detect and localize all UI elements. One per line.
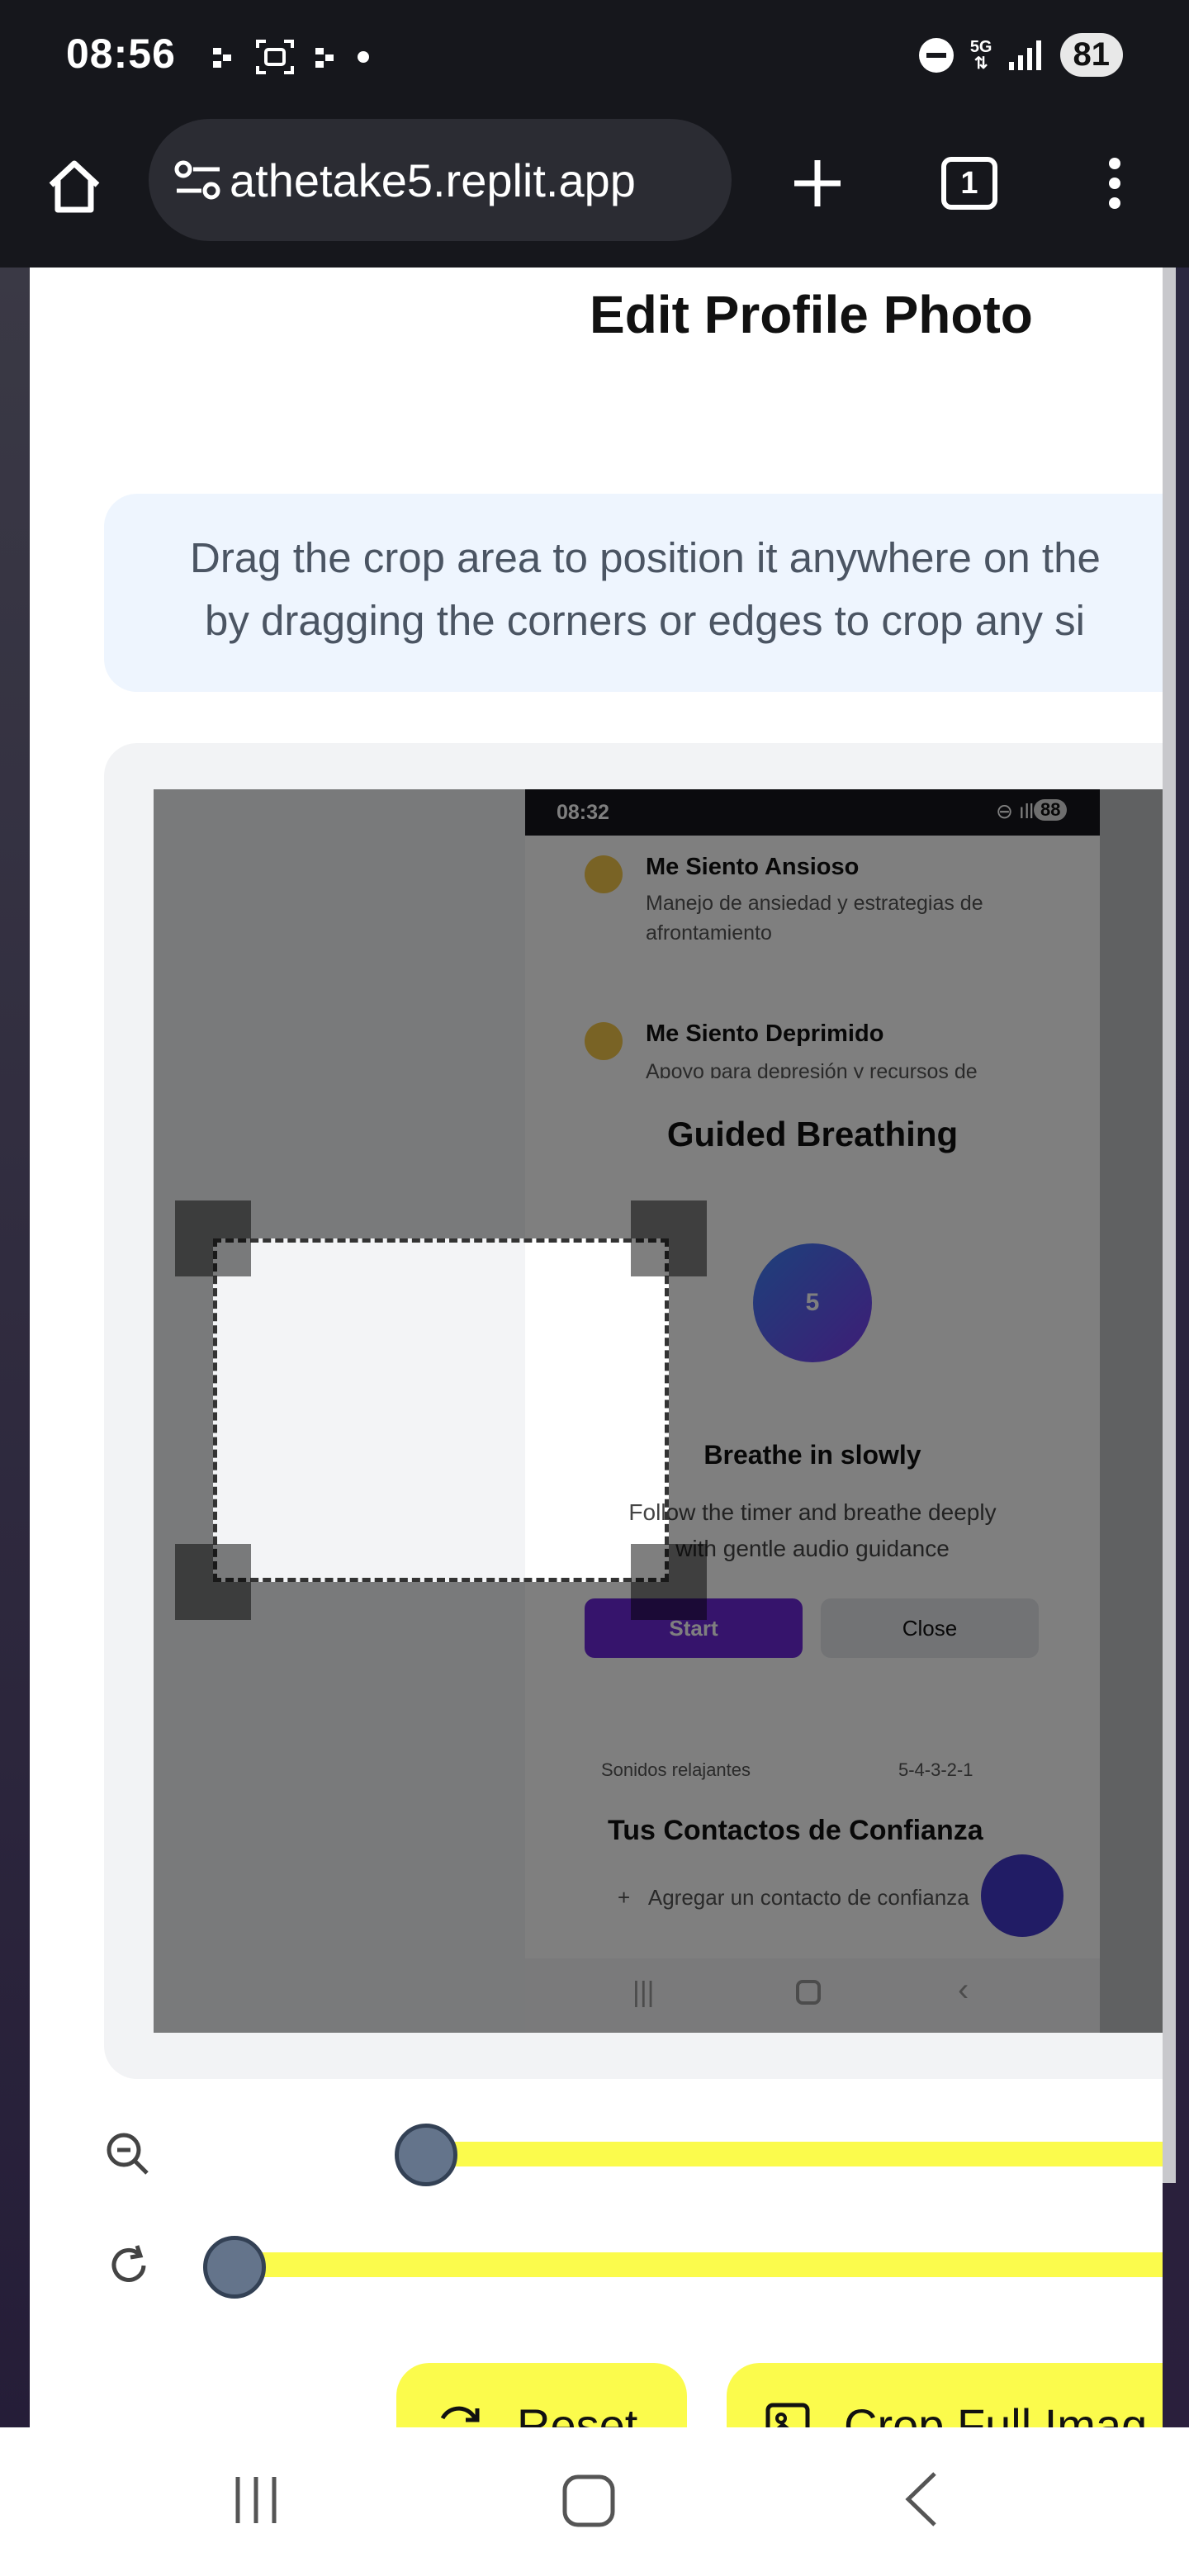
more-vert-icon <box>1109 158 1120 209</box>
crop-overlay <box>154 789 1163 1238</box>
image-icon <box>765 2403 810 2427</box>
tune-icon <box>174 160 220 200</box>
zoom-slider-thumb[interactable] <box>395 2124 457 2186</box>
reset-button[interactable]: Reset <box>396 2363 687 2427</box>
home-button[interactable] <box>33 145 116 228</box>
info-text-line: Drag the crop area to position it anywhe… <box>190 534 1101 581</box>
screenshot-icon <box>256 40 294 74</box>
status-bar: 08:56 5G ⇅ 81 <box>0 0 1189 112</box>
crop-handle-bottom-right[interactable] <box>631 1544 707 1620</box>
crop-handle-top-right[interactable] <box>631 1200 707 1276</box>
status-time: 08:56 <box>66 31 176 77</box>
status-right-icons: 5G ⇅ 81 <box>917 33 1123 77</box>
crop-area[interactable] <box>213 1238 669 1582</box>
browser-menu-button[interactable] <box>1082 142 1148 225</box>
system-nav-bar <box>0 2427 1189 2576</box>
plus-icon <box>794 160 841 206</box>
rotate-icon <box>111 2245 146 2282</box>
app-notification-icon <box>213 48 231 68</box>
crop-overlay <box>154 1582 1163 2033</box>
site-settings-button[interactable] <box>149 119 223 241</box>
crop-full-label: Crop Full Imag <box>844 2398 1148 2428</box>
dialog-title: Edit Profile Photo <box>590 285 1033 344</box>
dot-icon <box>358 51 369 63</box>
browser-toolbar: athetake5.replit.app 1 <box>0 112 1189 268</box>
zoom-out-icon <box>107 2133 149 2175</box>
home-icon[interactable] <box>561 2474 616 2528</box>
info-box: Drag the crop area to position it anywhe… <box>104 494 1163 692</box>
reset-label: Reset <box>517 2398 638 2428</box>
crop-handle-top-left[interactable] <box>175 1200 251 1276</box>
rotation-slider[interactable] <box>236 2252 1163 2277</box>
new-tab-button[interactable] <box>776 142 859 225</box>
info-text-line: by dragging the corners or edges to crop… <box>205 597 1085 644</box>
scrollbar[interactable] <box>1163 268 1176 2183</box>
app-notification-icon <box>315 48 334 68</box>
home-icon <box>49 160 100 213</box>
crop-overlay <box>1100 789 1163 2033</box>
crop-handle-bottom-left[interactable] <box>175 1544 251 1620</box>
page-background <box>0 268 30 2427</box>
rotation-slider-thumb[interactable] <box>203 2236 266 2299</box>
tab-count: 1 <box>941 157 997 210</box>
edit-photo-dialog: Edit Profile Photo Drag the crop area to… <box>30 268 1163 2427</box>
crop-image[interactable]: 08:32 ⊖ ıll 88 Me Siento Ansioso Manejo … <box>154 789 1163 2033</box>
zoom-slider[interactable] <box>423 2142 1163 2166</box>
recent-apps-icon[interactable] <box>231 2474 281 2526</box>
network-type: 5G ⇅ <box>969 37 992 73</box>
address-bar[interactable]: athetake5.replit.app <box>149 119 732 241</box>
crop-overlay <box>154 1238 213 1582</box>
refresh-icon <box>440 2406 480 2422</box>
do-not-disturb-icon <box>918 37 954 73</box>
back-icon[interactable] <box>902 2470 940 2528</box>
tab-switcher-button[interactable]: 1 <box>928 142 1011 225</box>
url-text: athetake5.replit.app <box>230 154 636 206</box>
crop-full-image-button[interactable]: Crop Full Imag <box>727 2363 1163 2427</box>
battery-level: 81 <box>1059 33 1123 77</box>
signal-icon <box>1008 40 1041 70</box>
crop-overlay <box>669 1238 1163 1582</box>
notification-icons <box>211 38 370 76</box>
